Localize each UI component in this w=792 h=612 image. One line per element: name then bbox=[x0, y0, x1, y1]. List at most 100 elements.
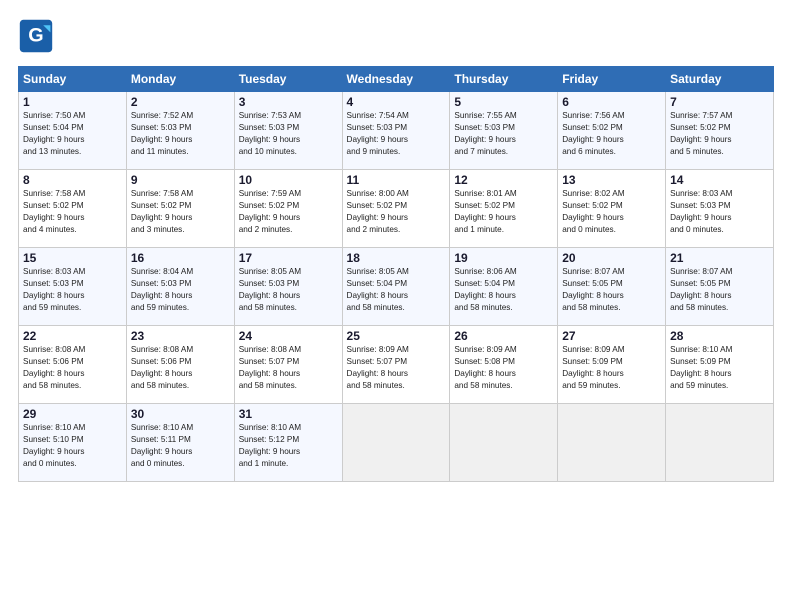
day-info: Sunrise: 7:59 AMSunset: 5:02 PMDaylight:… bbox=[239, 188, 338, 236]
day-number: 29 bbox=[23, 407, 122, 421]
calendar-cell: 19Sunrise: 8:06 AMSunset: 5:04 PMDayligh… bbox=[450, 248, 558, 326]
day-info: Sunrise: 8:07 AMSunset: 5:05 PMDaylight:… bbox=[670, 266, 769, 314]
calendar-cell: 22Sunrise: 8:08 AMSunset: 5:06 PMDayligh… bbox=[19, 326, 127, 404]
day-number: 2 bbox=[131, 95, 230, 109]
day-info: Sunrise: 8:01 AMSunset: 5:02 PMDaylight:… bbox=[454, 188, 553, 236]
calendar-cell bbox=[342, 404, 450, 482]
day-info: Sunrise: 7:52 AMSunset: 5:03 PMDaylight:… bbox=[131, 110, 230, 158]
day-info: Sunrise: 7:56 AMSunset: 5:02 PMDaylight:… bbox=[562, 110, 661, 158]
day-info: Sunrise: 8:00 AMSunset: 5:02 PMDaylight:… bbox=[347, 188, 446, 236]
calendar-cell: 24Sunrise: 8:08 AMSunset: 5:07 PMDayligh… bbox=[234, 326, 342, 404]
day-number: 5 bbox=[454, 95, 553, 109]
day-info: Sunrise: 7:58 AMSunset: 5:02 PMDaylight:… bbox=[131, 188, 230, 236]
day-number: 31 bbox=[239, 407, 338, 421]
svg-text:G: G bbox=[28, 24, 43, 46]
calendar-week-2: 8Sunrise: 7:58 AMSunset: 5:02 PMDaylight… bbox=[19, 170, 774, 248]
day-info: Sunrise: 7:57 AMSunset: 5:02 PMDaylight:… bbox=[670, 110, 769, 158]
calendar-cell bbox=[666, 404, 774, 482]
day-info: Sunrise: 7:50 AMSunset: 5:04 PMDaylight:… bbox=[23, 110, 122, 158]
column-header-monday: Monday bbox=[126, 67, 234, 92]
day-info: Sunrise: 8:03 AMSunset: 5:03 PMDaylight:… bbox=[670, 188, 769, 236]
day-number: 12 bbox=[454, 173, 553, 187]
calendar-cell: 18Sunrise: 8:05 AMSunset: 5:04 PMDayligh… bbox=[342, 248, 450, 326]
day-number: 22 bbox=[23, 329, 122, 343]
calendar-cell: 11Sunrise: 8:00 AMSunset: 5:02 PMDayligh… bbox=[342, 170, 450, 248]
day-info: Sunrise: 7:53 AMSunset: 5:03 PMDaylight:… bbox=[239, 110, 338, 158]
day-number: 30 bbox=[131, 407, 230, 421]
day-info: Sunrise: 8:07 AMSunset: 5:05 PMDaylight:… bbox=[562, 266, 661, 314]
day-number: 20 bbox=[562, 251, 661, 265]
calendar-week-3: 15Sunrise: 8:03 AMSunset: 5:03 PMDayligh… bbox=[19, 248, 774, 326]
column-header-thursday: Thursday bbox=[450, 67, 558, 92]
calendar-cell: 1Sunrise: 7:50 AMSunset: 5:04 PMDaylight… bbox=[19, 92, 127, 170]
day-info: Sunrise: 8:09 AMSunset: 5:08 PMDaylight:… bbox=[454, 344, 553, 392]
day-info: Sunrise: 8:06 AMSunset: 5:04 PMDaylight:… bbox=[454, 266, 553, 314]
day-number: 25 bbox=[347, 329, 446, 343]
calendar-week-4: 22Sunrise: 8:08 AMSunset: 5:06 PMDayligh… bbox=[19, 326, 774, 404]
column-header-friday: Friday bbox=[558, 67, 666, 92]
day-number: 4 bbox=[347, 95, 446, 109]
column-header-sunday: Sunday bbox=[19, 67, 127, 92]
day-number: 3 bbox=[239, 95, 338, 109]
calendar-cell: 9Sunrise: 7:58 AMSunset: 5:02 PMDaylight… bbox=[126, 170, 234, 248]
day-number: 7 bbox=[670, 95, 769, 109]
calendar-cell: 16Sunrise: 8:04 AMSunset: 5:03 PMDayligh… bbox=[126, 248, 234, 326]
calendar-cell: 21Sunrise: 8:07 AMSunset: 5:05 PMDayligh… bbox=[666, 248, 774, 326]
calendar-cell: 2Sunrise: 7:52 AMSunset: 5:03 PMDaylight… bbox=[126, 92, 234, 170]
day-number: 21 bbox=[670, 251, 769, 265]
day-info: Sunrise: 8:02 AMSunset: 5:02 PMDaylight:… bbox=[562, 188, 661, 236]
calendar-cell: 15Sunrise: 8:03 AMSunset: 5:03 PMDayligh… bbox=[19, 248, 127, 326]
day-number: 24 bbox=[239, 329, 338, 343]
calendar-cell: 20Sunrise: 8:07 AMSunset: 5:05 PMDayligh… bbox=[558, 248, 666, 326]
day-number: 19 bbox=[454, 251, 553, 265]
day-info: Sunrise: 8:10 AMSunset: 5:12 PMDaylight:… bbox=[239, 422, 338, 470]
column-header-wednesday: Wednesday bbox=[342, 67, 450, 92]
day-number: 16 bbox=[131, 251, 230, 265]
calendar-cell: 12Sunrise: 8:01 AMSunset: 5:02 PMDayligh… bbox=[450, 170, 558, 248]
day-info: Sunrise: 8:09 AMSunset: 5:09 PMDaylight:… bbox=[562, 344, 661, 392]
day-number: 18 bbox=[347, 251, 446, 265]
day-info: Sunrise: 8:03 AMSunset: 5:03 PMDaylight:… bbox=[23, 266, 122, 314]
day-number: 23 bbox=[131, 329, 230, 343]
day-number: 27 bbox=[562, 329, 661, 343]
day-info: Sunrise: 8:05 AMSunset: 5:04 PMDaylight:… bbox=[347, 266, 446, 314]
column-header-tuesday: Tuesday bbox=[234, 67, 342, 92]
calendar-cell: 8Sunrise: 7:58 AMSunset: 5:02 PMDaylight… bbox=[19, 170, 127, 248]
day-info: Sunrise: 8:08 AMSunset: 5:06 PMDaylight:… bbox=[23, 344, 122, 392]
calendar-cell: 23Sunrise: 8:08 AMSunset: 5:06 PMDayligh… bbox=[126, 326, 234, 404]
day-info: Sunrise: 8:04 AMSunset: 5:03 PMDaylight:… bbox=[131, 266, 230, 314]
day-number: 13 bbox=[562, 173, 661, 187]
page-container: G SundayMondayTuesdayWednesdayThursdayFr… bbox=[0, 0, 792, 492]
calendar-cell: 7Sunrise: 7:57 AMSunset: 5:02 PMDaylight… bbox=[666, 92, 774, 170]
calendar-week-1: 1Sunrise: 7:50 AMSunset: 5:04 PMDaylight… bbox=[19, 92, 774, 170]
calendar-cell: 27Sunrise: 8:09 AMSunset: 5:09 PMDayligh… bbox=[558, 326, 666, 404]
calendar-cell: 28Sunrise: 8:10 AMSunset: 5:09 PMDayligh… bbox=[666, 326, 774, 404]
calendar-cell: 13Sunrise: 8:02 AMSunset: 5:02 PMDayligh… bbox=[558, 170, 666, 248]
header-row: SundayMondayTuesdayWednesdayThursdayFrid… bbox=[19, 67, 774, 92]
day-info: Sunrise: 8:08 AMSunset: 5:07 PMDaylight:… bbox=[239, 344, 338, 392]
day-info: Sunrise: 8:09 AMSunset: 5:07 PMDaylight:… bbox=[347, 344, 446, 392]
calendar-cell: 17Sunrise: 8:05 AMSunset: 5:03 PMDayligh… bbox=[234, 248, 342, 326]
day-number: 17 bbox=[239, 251, 338, 265]
day-number: 14 bbox=[670, 173, 769, 187]
calendar-week-5: 29Sunrise: 8:10 AMSunset: 5:10 PMDayligh… bbox=[19, 404, 774, 482]
day-number: 9 bbox=[131, 173, 230, 187]
day-info: Sunrise: 8:10 AMSunset: 5:09 PMDaylight:… bbox=[670, 344, 769, 392]
day-number: 1 bbox=[23, 95, 122, 109]
calendar-cell: 31Sunrise: 8:10 AMSunset: 5:12 PMDayligh… bbox=[234, 404, 342, 482]
day-number: 6 bbox=[562, 95, 661, 109]
column-header-saturday: Saturday bbox=[666, 67, 774, 92]
day-info: Sunrise: 8:10 AMSunset: 5:11 PMDaylight:… bbox=[131, 422, 230, 470]
calendar-cell: 29Sunrise: 8:10 AMSunset: 5:10 PMDayligh… bbox=[19, 404, 127, 482]
logo-icon: G bbox=[18, 18, 54, 54]
day-info: Sunrise: 8:05 AMSunset: 5:03 PMDaylight:… bbox=[239, 266, 338, 314]
calendar-cell: 3Sunrise: 7:53 AMSunset: 5:03 PMDaylight… bbox=[234, 92, 342, 170]
day-info: Sunrise: 7:54 AMSunset: 5:03 PMDaylight:… bbox=[347, 110, 446, 158]
calendar-cell bbox=[450, 404, 558, 482]
calendar-cell: 10Sunrise: 7:59 AMSunset: 5:02 PMDayligh… bbox=[234, 170, 342, 248]
day-number: 15 bbox=[23, 251, 122, 265]
calendar-table: SundayMondayTuesdayWednesdayThursdayFrid… bbox=[18, 66, 774, 482]
day-info: Sunrise: 7:58 AMSunset: 5:02 PMDaylight:… bbox=[23, 188, 122, 236]
day-info: Sunrise: 8:08 AMSunset: 5:06 PMDaylight:… bbox=[131, 344, 230, 392]
day-number: 28 bbox=[670, 329, 769, 343]
